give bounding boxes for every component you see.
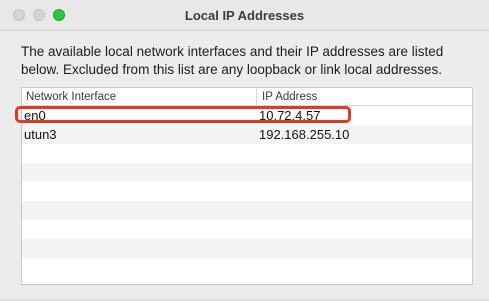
ip-address-cell: 192.168.255.10	[259, 127, 350, 142]
column-header-network-interface[interactable]: Network Interface	[26, 91, 116, 103]
table-row	[22, 182, 472, 201]
table-row	[22, 220, 472, 239]
table-row	[22, 201, 472, 220]
table-row[interactable]: utun3 192.168.255.10	[22, 125, 472, 144]
interface-cell: utun3	[24, 127, 57, 142]
highlight-annotation	[15, 106, 351, 123]
table-header: Network Interface IP Address	[22, 88, 472, 106]
description-text: The available local network interfaces a…	[21, 44, 444, 77]
table-body: en0 10.72.4.57 utun3 192.168.255.10	[22, 106, 472, 277]
table-row	[22, 239, 472, 258]
table-row	[22, 258, 472, 277]
window-title: Local IP Addresses	[184, 8, 305, 23]
column-divider[interactable]	[256, 88, 257, 106]
local-ip-window: Local IP Addresses The available local n…	[0, 0, 489, 301]
table-row	[22, 163, 472, 182]
column-header-ip-address[interactable]: IP Address	[262, 91, 317, 103]
table-row	[22, 144, 472, 163]
title-bar: Local IP Addresses	[0, 0, 489, 31]
